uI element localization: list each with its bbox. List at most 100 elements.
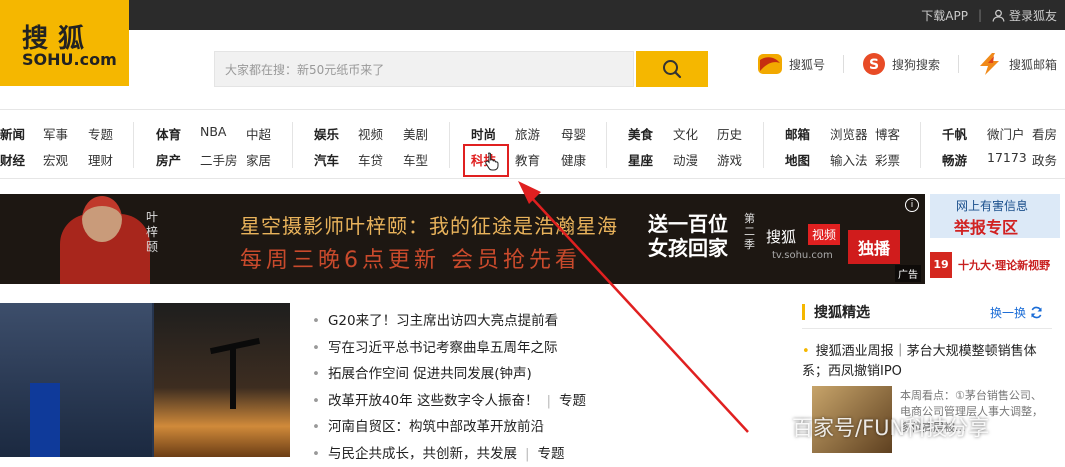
report-line1: 网上有害信息 xyxy=(956,197,1028,214)
headline-photo[interactable] xyxy=(0,303,290,457)
nav-link[interactable]: 车贷 xyxy=(358,150,383,169)
nav-link[interactable]: 宏观 xyxy=(43,150,68,169)
nav-link[interactable]: 畅游 xyxy=(942,150,967,169)
news-item[interactable]: 拓展合作空间 促进共同发展(钟声) xyxy=(312,361,586,388)
news-item[interactable]: 改革开放40年 这些数字令人振奋！ | 专题 xyxy=(312,388,586,415)
nav-link[interactable]: 微门户 xyxy=(987,124,1025,143)
nav-link[interactable]: 家居 xyxy=(246,150,271,169)
news-title[interactable]: 改革开放40年 这些数字令人振奋！ xyxy=(328,393,538,409)
nav-link[interactable]: 政务 xyxy=(1032,150,1057,169)
svg-text:S: S xyxy=(869,57,879,73)
news-title[interactable]: 写在习近平总书记考察曲阜五周年之际 xyxy=(328,340,558,356)
news-list: G20来了！习主席出访四大亮点提前看 写在习近平总书记考察曲阜五周年之际 拓展合… xyxy=(312,308,586,467)
photo-press-conference xyxy=(0,303,152,457)
news-item[interactable]: 与民企共成长，共创新，共发展|专题 xyxy=(312,441,586,467)
nav-link[interactable]: 文化 xyxy=(673,124,698,143)
nav-divider xyxy=(449,122,450,168)
nav-link[interactable]: 千帆 xyxy=(942,124,967,143)
sohu-hao-link[interactable]: 搜狐号 xyxy=(757,52,825,76)
nav-link[interactable]: 历史 xyxy=(717,124,742,143)
logo-en-text: SOHU.com xyxy=(22,50,117,69)
nav-link[interactable]: NBA xyxy=(200,124,226,139)
nav-link[interactable]: 母婴 xyxy=(561,124,586,143)
nav-link[interactable]: 专题 xyxy=(88,124,113,143)
banner-url: tv.sohu.com xyxy=(772,250,833,261)
news-title[interactable]: 拓展合作空间 促进共同发展(钟声) xyxy=(328,366,532,382)
news-item[interactable]: 写在习近平总书记考察曲阜五周年之际 xyxy=(312,335,586,362)
search-input[interactable] xyxy=(215,52,627,88)
news-item[interactable]: 河南自贸区：构筑中部改革开放前沿 xyxy=(312,414,586,441)
banner-show-title: 送一百位女孩回家 xyxy=(648,212,740,260)
nav-link[interactable]: 游戏 xyxy=(717,150,742,169)
nineteen-congress-link[interactable]: 19 十九大·理论新视野 xyxy=(930,248,1062,282)
banner-name: 叶梓颐 xyxy=(146,210,160,255)
nav-link[interactable]: 新闻 xyxy=(0,124,25,143)
nav-link[interactable]: 体育 xyxy=(156,124,181,143)
nav-bottom-divider xyxy=(0,178,1065,179)
nav-link[interactable]: 17173 xyxy=(987,150,1027,165)
pump-stand-shape xyxy=(230,349,236,409)
nav-link[interactable]: 视频 xyxy=(358,124,383,143)
sohu-mail-link[interactable]: 搜狐邮箱 xyxy=(977,52,1057,76)
news-item[interactable]: G20来了！习主席出访四大亮点提前看 xyxy=(312,308,586,335)
refresh-label: 换一换 xyxy=(990,304,1026,321)
nav-link[interactable]: 理财 xyxy=(88,150,113,169)
picks-headline[interactable]: 搜狐酒业周报｜茅台大规模整顿销售体系；西凤撤销IPO xyxy=(802,342,1052,382)
refresh-icon xyxy=(1030,306,1043,319)
video-banner-ad[interactable]: 叶梓颐 星空摄影师叶梓颐：我的征途是浩瀚星海 每周三晚6点更新 会员抢先看 送一… xyxy=(0,194,925,284)
nav-link[interactable]: 时尚 xyxy=(471,124,496,143)
nav-link[interactable]: 教育 xyxy=(515,150,540,169)
nav-link[interactable]: 彩票 xyxy=(875,150,900,169)
nav-link[interactable]: 美食 xyxy=(628,124,653,143)
nav-link[interactable]: 房产 xyxy=(156,150,181,169)
nav-link[interactable]: 博客 xyxy=(875,124,900,143)
sohu-video-logo-text: 搜狐 xyxy=(766,226,796,247)
nav-link[interactable]: 军事 xyxy=(43,124,68,143)
search-button[interactable] xyxy=(636,51,708,87)
nav-link[interactable]: 美剧 xyxy=(403,124,428,143)
nav-link[interactable]: 财经 xyxy=(0,150,25,169)
mail-bolt-icon xyxy=(977,52,1003,76)
sogou-search-link[interactable]: S 搜狗搜索 xyxy=(862,52,940,76)
brand-divider xyxy=(843,55,844,73)
nav-link[interactable]: 娱乐 xyxy=(314,124,339,143)
nav-link[interactable]: 输入法 xyxy=(830,150,868,169)
info-icon[interactable]: i xyxy=(905,198,919,212)
eu-flag-shape xyxy=(30,383,60,457)
login-link[interactable]: 登录狐友 xyxy=(992,7,1057,24)
download-app-link[interactable]: 下载APP xyxy=(921,7,968,24)
nav-link[interactable]: 二手房 xyxy=(200,150,238,169)
news-title[interactable]: 河南自贸区：构筑中部改革开放前沿 xyxy=(328,419,544,435)
nav-link[interactable]: 旅游 xyxy=(515,124,540,143)
nav-link[interactable]: 看房 xyxy=(1032,124,1057,143)
sohu-video-logo-box: 视频 xyxy=(808,224,840,245)
sohu-logo[interactable]: 搜狐 SOHU.com xyxy=(0,0,129,86)
nav-link[interactable]: 星座 xyxy=(628,150,653,169)
nav-link[interactable]: 邮箱 xyxy=(785,124,810,143)
nav-link[interactable]: 汽车 xyxy=(314,150,339,169)
nav-link[interactable]: 中超 xyxy=(246,124,271,143)
sogou-search-label: 搜狗搜索 xyxy=(892,56,940,73)
news-topic-tag[interactable]: 专题 xyxy=(559,393,586,409)
nav-link[interactable]: 车型 xyxy=(403,150,428,169)
nav-link[interactable]: 健康 xyxy=(561,150,586,169)
news-topic-tag[interactable]: 专题 xyxy=(538,446,565,462)
sohu-mail-label: 搜狐邮箱 xyxy=(1009,56,1057,73)
category-nav: 新闻 军事 专题 财经 宏观 理财 体育 NBA 中超 房产 二手房 家居 娱乐… xyxy=(0,118,1065,176)
news-title[interactable]: G20来了！习主席出访四大亮点提前看 xyxy=(328,313,558,329)
nav-link[interactable]: 地图 xyxy=(785,150,810,169)
nav-link[interactable]: 浏览器 xyxy=(830,124,868,143)
banner-line1: 星空摄影师叶梓颐：我的征途是浩瀚星海 xyxy=(240,210,618,239)
sohu-hao-label: 搜狐号 xyxy=(789,56,825,73)
report-zone-ad[interactable]: 网上有害信息 举报专区 xyxy=(930,194,1060,238)
report-line2: 举报专区 xyxy=(954,214,1018,238)
picks-title-rule xyxy=(802,328,1052,329)
news-title[interactable]: 与民企共成长，共创新，共发展 xyxy=(328,446,517,462)
nav-link[interactable]: 动漫 xyxy=(673,150,698,169)
refresh-button[interactable]: 换一换 xyxy=(990,304,1043,321)
picks-accent-bar xyxy=(802,304,805,320)
watermark: 百家号/FUN科技分享 xyxy=(792,412,989,442)
news-separator: | xyxy=(546,393,551,409)
nav-divider xyxy=(133,122,134,168)
photo-oil-pump-sunset xyxy=(154,303,290,457)
